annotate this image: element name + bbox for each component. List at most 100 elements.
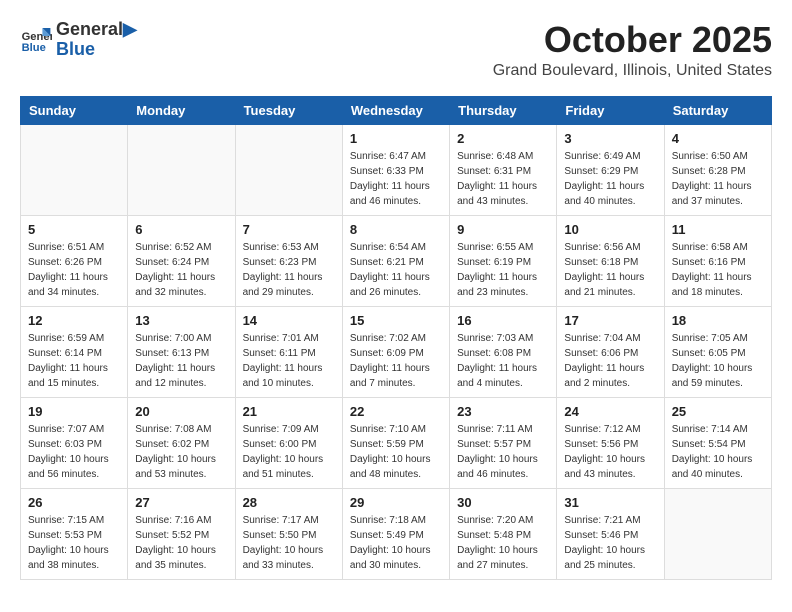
logo-icon: General Blue bbox=[20, 24, 52, 56]
day-number: 19 bbox=[28, 404, 120, 419]
day-number: 5 bbox=[28, 222, 120, 237]
day-info: Sunrise: 7:11 AMSunset: 5:57 PMDaylight:… bbox=[457, 422, 549, 482]
calendar-cell: 3Sunrise: 6:49 AMSunset: 6:29 PMDaylight… bbox=[557, 124, 664, 215]
day-info: Sunrise: 7:09 AMSunset: 6:00 PMDaylight:… bbox=[243, 422, 335, 482]
calendar-week-row: 1 Sunrise: 6:47 AMSunset: 6:33 PMDaylight… bbox=[21, 124, 772, 215]
calendar-cell: 11Sunrise: 6:58 AMSunset: 6:16 PMDayligh… bbox=[664, 215, 771, 306]
calendar-cell: 27 Sunrise: 7:16 AMSunset: 5:52 PMDayligh… bbox=[128, 488, 235, 579]
day-info: Sunrise: 6:59 AMSunset: 6:14 PMDaylight:… bbox=[28, 331, 120, 391]
calendar-cell: 25 Sunrise: 7:14 AMSunset: 5:54 PMDayligh… bbox=[664, 397, 771, 488]
calendar-cell: 31Sunrise: 7:21 AMSunset: 5:46 PMDayligh… bbox=[557, 488, 664, 579]
calendar-cell: 29 Sunrise: 7:18 AMSunset: 5:49 PMDayligh… bbox=[342, 488, 449, 579]
day-info: Sunrise: 6:47 AMSunset: 6:33 PMDaylight:… bbox=[350, 149, 442, 209]
day-number: 13 bbox=[135, 313, 227, 328]
calendar-cell: 23 Sunrise: 7:11 AMSunset: 5:57 PMDayligh… bbox=[450, 397, 557, 488]
calendar-cell: 21 Sunrise: 7:09 AMSunset: 6:00 PMDayligh… bbox=[235, 397, 342, 488]
calendar-header-row: SundayMondayTuesdayWednesdayThursdayFrid… bbox=[21, 96, 772, 124]
day-number: 10 bbox=[564, 222, 656, 237]
day-info: Sunrise: 6:48 AMSunset: 6:31 PMDaylight:… bbox=[457, 149, 549, 209]
day-info: Sunrise: 7:12 AMSunset: 5:56 PMDaylight:… bbox=[564, 422, 656, 482]
calendar-week-row: 26Sunrise: 7:15 AMSunset: 5:53 PMDayligh… bbox=[21, 488, 772, 579]
calendar-cell: 17 Sunrise: 7:04 AMSunset: 6:06 PMDayligh… bbox=[557, 306, 664, 397]
calendar-cell: 9Sunrise: 6:55 AMSunset: 6:19 PMDaylight… bbox=[450, 215, 557, 306]
calendar-cell: 12 Sunrise: 6:59 AMSunset: 6:14 PMDayligh… bbox=[21, 306, 128, 397]
calendar-cell: 24 Sunrise: 7:12 AMSunset: 5:56 PMDayligh… bbox=[557, 397, 664, 488]
svg-text:Blue: Blue bbox=[22, 42, 46, 54]
day-info: Sunrise: 7:10 AMSunset: 5:59 PMDaylight:… bbox=[350, 422, 442, 482]
calendar-cell: 5 Sunrise: 6:51 AMSunset: 6:26 PMDaylight… bbox=[21, 215, 128, 306]
day-info: Sunrise: 6:52 AMSunset: 6:24 PMDaylight:… bbox=[135, 240, 227, 300]
day-number: 21 bbox=[243, 404, 335, 419]
day-number: 31 bbox=[564, 495, 656, 510]
calendar-cell: 2 Sunrise: 6:48 AMSunset: 6:31 PMDaylight… bbox=[450, 124, 557, 215]
weekday-header: Thursday bbox=[450, 96, 557, 124]
calendar-cell: 7Sunrise: 6:53 AMSunset: 6:23 PMDaylight… bbox=[235, 215, 342, 306]
day-info: Sunrise: 7:03 AMSunset: 6:08 PMDaylight:… bbox=[457, 331, 549, 391]
day-number: 18 bbox=[672, 313, 764, 328]
day-number: 15 bbox=[350, 313, 442, 328]
day-number: 1 bbox=[350, 131, 442, 146]
title-block: October 2025 Grand Boulevard, Illinois, … bbox=[493, 20, 772, 80]
calendar-cell: 4Sunrise: 6:50 AMSunset: 6:28 PMDaylight… bbox=[664, 124, 771, 215]
calendar-week-row: 12 Sunrise: 6:59 AMSunset: 6:14 PMDayligh… bbox=[21, 306, 772, 397]
day-info: Sunrise: 6:58 AMSunset: 6:16 PMDaylight:… bbox=[672, 240, 764, 300]
day-number: 12 bbox=[28, 313, 120, 328]
month-title: October 2025 bbox=[493, 20, 772, 60]
day-number: 16 bbox=[457, 313, 549, 328]
day-number: 2 bbox=[457, 131, 549, 146]
day-number: 9 bbox=[457, 222, 549, 237]
day-number: 28 bbox=[243, 495, 335, 510]
day-info: Sunrise: 7:04 AMSunset: 6:06 PMDaylight:… bbox=[564, 331, 656, 391]
calendar-cell: 13 Sunrise: 7:00 AMSunset: 6:13 PMDayligh… bbox=[128, 306, 235, 397]
calendar-week-row: 19 Sunrise: 7:07 AMSunset: 6:03 PMDayligh… bbox=[21, 397, 772, 488]
day-number: 23 bbox=[457, 404, 549, 419]
calendar-cell: 19 Sunrise: 7:07 AMSunset: 6:03 PMDayligh… bbox=[21, 397, 128, 488]
logo: General Blue General▶ Blue bbox=[20, 20, 137, 60]
day-info: Sunrise: 6:54 AMSunset: 6:21 PMDaylight:… bbox=[350, 240, 442, 300]
calendar-cell bbox=[664, 488, 771, 579]
day-number: 3 bbox=[564, 131, 656, 146]
weekday-header: Sunday bbox=[21, 96, 128, 124]
day-info: Sunrise: 6:56 AMSunset: 6:18 PMDaylight:… bbox=[564, 240, 656, 300]
day-number: 25 bbox=[672, 404, 764, 419]
calendar: SundayMondayTuesdayWednesdayThursdayFrid… bbox=[20, 96, 772, 580]
day-info: Sunrise: 7:01 AMSunset: 6:11 PMDaylight:… bbox=[243, 331, 335, 391]
calendar-cell: 10 Sunrise: 6:56 AMSunset: 6:18 PMDayligh… bbox=[557, 215, 664, 306]
calendar-cell: 18 Sunrise: 7:05 AMSunset: 6:05 PMDayligh… bbox=[664, 306, 771, 397]
day-info: Sunrise: 7:05 AMSunset: 6:05 PMDaylight:… bbox=[672, 331, 764, 391]
day-number: 27 bbox=[135, 495, 227, 510]
day-number: 29 bbox=[350, 495, 442, 510]
day-number: 20 bbox=[135, 404, 227, 419]
day-info: Sunrise: 7:17 AMSunset: 5:50 PMDaylight:… bbox=[243, 513, 335, 573]
calendar-cell bbox=[128, 124, 235, 215]
weekday-header: Tuesday bbox=[235, 96, 342, 124]
calendar-cell: 20 Sunrise: 7:08 AMSunset: 6:02 PMDayligh… bbox=[128, 397, 235, 488]
day-info: Sunrise: 6:51 AMSunset: 6:26 PMDaylight:… bbox=[28, 240, 120, 300]
page-header: General Blue General▶ Blue October 2025 … bbox=[20, 20, 772, 80]
calendar-cell: 15Sunrise: 7:02 AMSunset: 6:09 PMDayligh… bbox=[342, 306, 449, 397]
calendar-cell: 22 Sunrise: 7:10 AMSunset: 5:59 PMDayligh… bbox=[342, 397, 449, 488]
location-title: Grand Boulevard, Illinois, United States bbox=[493, 62, 772, 80]
calendar-cell: 6Sunrise: 6:52 AMSunset: 6:24 PMDaylight… bbox=[128, 215, 235, 306]
day-number: 22 bbox=[350, 404, 442, 419]
calendar-cell: 16 Sunrise: 7:03 AMSunset: 6:08 PMDayligh… bbox=[450, 306, 557, 397]
calendar-cell: 14Sunrise: 7:01 AMSunset: 6:11 PMDayligh… bbox=[235, 306, 342, 397]
day-info: Sunrise: 6:50 AMSunset: 6:28 PMDaylight:… bbox=[672, 149, 764, 209]
calendar-cell: 28 Sunrise: 7:17 AMSunset: 5:50 PMDayligh… bbox=[235, 488, 342, 579]
day-info: Sunrise: 7:00 AMSunset: 6:13 PMDaylight:… bbox=[135, 331, 227, 391]
day-number: 26 bbox=[28, 495, 120, 510]
weekday-header: Saturday bbox=[664, 96, 771, 124]
calendar-cell bbox=[21, 124, 128, 215]
day-number: 17 bbox=[564, 313, 656, 328]
day-info: Sunrise: 7:08 AMSunset: 6:02 PMDaylight:… bbox=[135, 422, 227, 482]
calendar-cell bbox=[235, 124, 342, 215]
day-info: Sunrise: 7:14 AMSunset: 5:54 PMDaylight:… bbox=[672, 422, 764, 482]
day-number: 24 bbox=[564, 404, 656, 419]
weekday-header: Wednesday bbox=[342, 96, 449, 124]
weekday-header: Monday bbox=[128, 96, 235, 124]
logo-text: General▶ Blue bbox=[56, 20, 137, 60]
day-info: Sunrise: 7:16 AMSunset: 5:52 PMDaylight:… bbox=[135, 513, 227, 573]
day-info: Sunrise: 7:07 AMSunset: 6:03 PMDaylight:… bbox=[28, 422, 120, 482]
day-info: Sunrise: 7:18 AMSunset: 5:49 PMDaylight:… bbox=[350, 513, 442, 573]
day-info: Sunrise: 7:20 AMSunset: 5:48 PMDaylight:… bbox=[457, 513, 549, 573]
